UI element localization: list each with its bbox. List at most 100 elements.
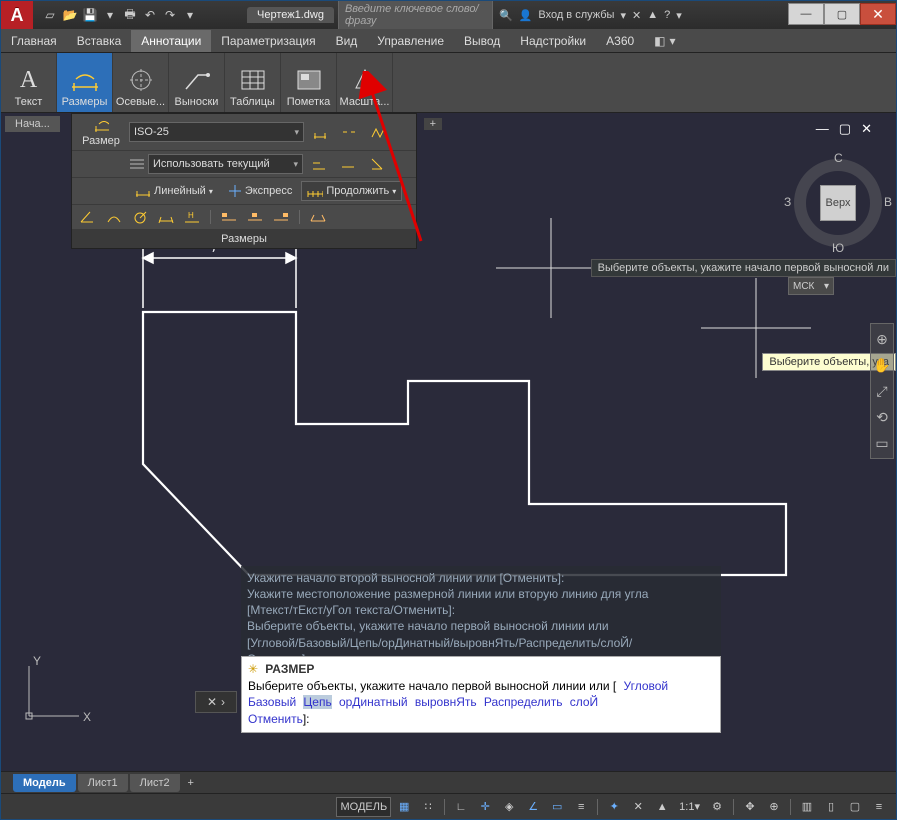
dim-update-icon[interactable] — [307, 122, 333, 142]
dim-angular-icon[interactable] — [80, 209, 96, 225]
linear-button[interactable]: Линейный ▾ — [129, 181, 219, 201]
dimension-small-icon[interactable] — [93, 117, 109, 133]
menu-manage[interactable]: Управление — [367, 30, 454, 52]
clean-screen-icon[interactable]: ▢ — [844, 797, 866, 817]
dim-text-right-icon[interactable] — [273, 209, 289, 225]
signin-link[interactable]: Вход в службы — [538, 9, 614, 21]
ribbon-text[interactable]: A Текст — [1, 53, 57, 112]
ribbon-tables[interactable]: Таблицы — [225, 53, 281, 112]
otrack-icon[interactable]: ∠ — [522, 797, 544, 817]
qat-more-icon[interactable]: ▾ — [181, 6, 199, 24]
redo-icon[interactable]: ↷ — [161, 6, 179, 24]
dim-jog-icon[interactable] — [365, 122, 391, 142]
express-button[interactable]: Экспресс — [222, 181, 299, 201]
open-icon[interactable]: 📂 — [61, 6, 79, 24]
scale-button[interactable]: 1:1 ▾ — [675, 797, 704, 817]
gear-icon[interactable]: ⚙ — [706, 797, 728, 817]
cmd-opt-distribute[interactable]: Распределить — [484, 695, 563, 709]
undo-icon[interactable]: ↶ — [141, 6, 159, 24]
dim-baseline-icon[interactable] — [306, 154, 332, 174]
a360-icon[interactable]: ▲ — [647, 9, 658, 21]
grid-icon[interactable]: ▦ — [393, 797, 415, 817]
workspace-icon[interactable]: ✥ — [739, 797, 761, 817]
isodraft-icon[interactable]: ◈ — [498, 797, 520, 817]
ribbon-minimize-icon[interactable]: ▾ — [670, 34, 676, 48]
dim-text-center-icon[interactable] — [247, 209, 263, 225]
cmd-opt-ordinate[interactable]: орДинатный — [339, 695, 408, 709]
ribbon-markup[interactable]: Пометка — [281, 53, 337, 112]
ribbon-dimensions[interactable]: Размеры — [57, 53, 113, 112]
annotation-scale-icon[interactable]: ▲ — [651, 797, 673, 817]
dim-override-icon[interactable] — [364, 154, 390, 174]
dim-reassoc-icon[interactable] — [310, 209, 326, 225]
featured-apps-icon[interactable]: ◧ — [654, 34, 665, 48]
menu-annotate[interactable]: Аннотации — [131, 30, 211, 52]
menu-parametric[interactable]: Параметризация — [211, 30, 325, 52]
transparency-icon[interactable]: ✦ — [603, 797, 625, 817]
dim-text-angle-icon[interactable]: H — [184, 209, 200, 225]
close-button[interactable]: ✕ — [860, 3, 896, 25]
help-icon[interactable]: ? — [664, 9, 670, 21]
ribbon-leaders[interactable]: Выноски — [169, 53, 225, 112]
cmd-opt-angular[interactable]: Угловой — [624, 679, 669, 693]
menu-addins[interactable]: Надстройки — [510, 30, 596, 52]
search-input[interactable]: Введите ключевое слово/фразу — [338, 0, 493, 30]
maximize-button[interactable]: ▢ — [824, 3, 860, 25]
pan-icon[interactable]: ✋ — [873, 356, 891, 374]
osnap-icon[interactable]: ▭ — [546, 797, 568, 817]
showmotion-icon[interactable]: ▭ — [873, 434, 891, 452]
app-icon[interactable]: A — [1, 1, 33, 29]
ribbon-scale[interactable]: Масшта... — [337, 53, 393, 112]
minimize-button[interactable]: — — [788, 3, 824, 25]
exchange-icon[interactable]: ✕ — [632, 9, 641, 22]
menu-a360[interactable]: A360 — [596, 30, 644, 52]
isolate-icon[interactable]: ▯ — [820, 797, 842, 817]
viewcube-face[interactable]: Верх — [820, 185, 856, 221]
cmd-opt-chain[interactable]: Цепь — [303, 695, 331, 709]
zoom-extents-icon[interactable]: ⤢ — [873, 382, 891, 400]
cmd-opt-undo[interactable]: Отменить — [248, 712, 303, 726]
dim-continue-small-icon[interactable] — [335, 154, 361, 174]
annotation-monitor-icon[interactable]: ⊕ — [763, 797, 785, 817]
plot-icon[interactable]: 🖶 — [121, 6, 139, 24]
sheet1-tab[interactable]: Лист1 — [78, 774, 128, 792]
add-layout-button[interactable]: + — [182, 777, 200, 789]
continue-button[interactable]: Продолжить ▾ — [301, 181, 402, 201]
add-tab-button[interactable]: + — [424, 118, 442, 130]
saveas-dropdown-icon[interactable]: ▾ — [101, 6, 119, 24]
cycling-icon[interactable]: ✕ — [627, 797, 649, 817]
ortho-icon[interactable]: ∟ — [450, 797, 472, 817]
wcs-selector[interactable]: МСК▾ — [788, 277, 834, 295]
model-tab[interactable]: Модель — [13, 774, 76, 792]
start-tab[interactable]: Нача... — [5, 116, 60, 132]
command-line[interactable]: ✳ РАЗМЕР Выберите объекты, укажите начал… — [241, 656, 721, 733]
ribbon-centerlines[interactable]: Осевые... — [113, 53, 169, 112]
cmd-opt-baseline[interactable]: Базовый — [248, 695, 296, 709]
dim-break-icon[interactable] — [336, 122, 362, 142]
viewcube[interactable]: Верх С Ю З В МСК▾ — [788, 153, 888, 253]
menu-home[interactable]: Главная — [1, 30, 67, 52]
polar-icon[interactable]: ✛ — [474, 797, 496, 817]
menu-output[interactable]: Вывод — [454, 30, 510, 52]
menu-view[interactable]: Вид — [326, 30, 368, 52]
ucs-icon[interactable]: X Y — [19, 658, 89, 731]
commandline-handle[interactable]: ✕› — [195, 691, 237, 713]
model-space-button[interactable]: МОДЕЛЬ — [336, 797, 391, 817]
full-nav-wheel-icon[interactable]: ⊕ — [873, 330, 891, 348]
hardware-accel-icon[interactable]: ▥ — [796, 797, 818, 817]
sheet2-tab[interactable]: Лист2 — [130, 774, 180, 792]
menu-insert[interactable]: Вставка — [67, 30, 132, 52]
snap-icon[interactable]: ∷ — [417, 797, 439, 817]
orbit-icon[interactable]: ⟲ — [873, 408, 891, 426]
customize-icon[interactable]: ≡ — [868, 797, 890, 817]
user-icon[interactable]: 👤 — [519, 9, 533, 22]
lineweight-icon[interactable]: ≡ — [570, 797, 592, 817]
cmd-opt-layer[interactable]: слоЙ — [570, 695, 598, 709]
dim-text-left-icon[interactable] — [221, 209, 237, 225]
dim-oblique-icon[interactable] — [158, 209, 174, 225]
layer-combo[interactable]: Использовать текущий — [148, 154, 303, 174]
dim-style-combo[interactable]: ISO-25 — [129, 122, 304, 142]
dim-arc-icon[interactable] — [106, 209, 122, 225]
cmd-opt-align[interactable]: выровнЯть — [415, 695, 477, 709]
save-icon[interactable]: 💾 — [81, 6, 99, 24]
